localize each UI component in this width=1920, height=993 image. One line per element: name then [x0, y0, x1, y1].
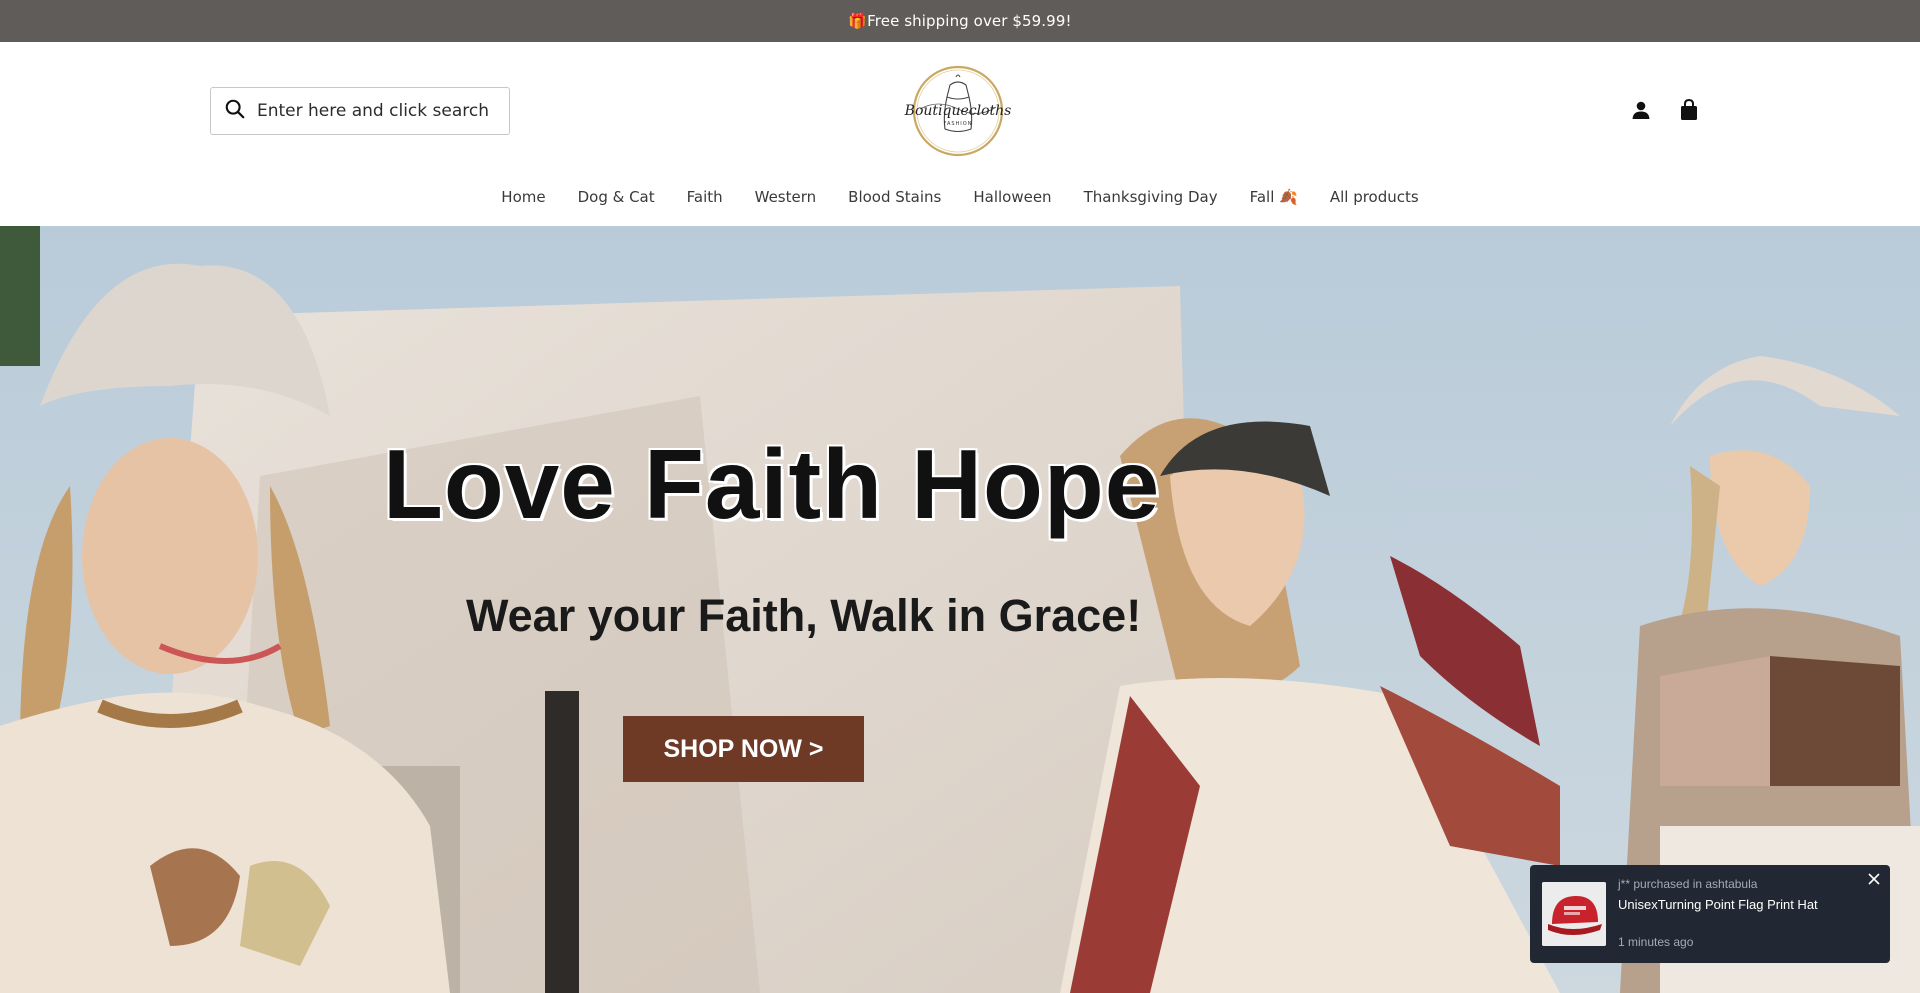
announcement-text: 🎁Free shipping over $59.99! — [848, 12, 1072, 30]
site-header: Boutiquecloths FASHION Home Dog & Cat Fa… — [0, 42, 1920, 226]
search-icon[interactable] — [224, 98, 246, 124]
cart-icon[interactable] — [1678, 98, 1700, 122]
nav-item-faith[interactable]: Faith — [687, 188, 723, 206]
nav-item-blood-stains[interactable]: Blood Stains — [848, 188, 941, 206]
hero-title: Love Faith Hope — [383, 429, 1161, 539]
account-icon[interactable] — [1630, 98, 1652, 122]
close-icon[interactable] — [1866, 871, 1882, 887]
shop-now-button[interactable]: SHOP NOW > — [623, 716, 864, 782]
purchase-time: 1 minutes ago — [1618, 935, 1694, 949]
nav-item-halloween[interactable]: Halloween — [973, 188, 1051, 206]
svg-text:Boutiquecloths: Boutiquecloths — [904, 103, 1012, 119]
search-input[interactable] — [257, 101, 497, 121]
product-thumbnail[interactable] — [1542, 882, 1606, 946]
nav-item-western[interactable]: Western — [755, 188, 817, 206]
header-icons — [1630, 98, 1700, 122]
announcement-bar: 🎁Free shipping over $59.99! — [0, 0, 1920, 42]
nav-item-thanksgiving-day[interactable]: Thanksgiving Day — [1084, 188, 1218, 206]
hero-subtitle: Wear your Faith, Walk in Grace! — [466, 590, 1142, 641]
nav-item-dog-cat[interactable]: Dog & Cat — [578, 188, 655, 206]
search-box[interactable] — [210, 87, 510, 135]
purchase-meta: j** purchased in ashtabula — [1618, 877, 1758, 891]
nav-item-fall[interactable]: Fall 🍂 — [1250, 188, 1298, 206]
svg-text:FASHION: FASHION — [944, 121, 973, 127]
purchase-product-name[interactable]: UnisexTurning Point Flag Print Hat — [1618, 897, 1818, 912]
purchase-notification[interactable]: j** purchased in ashtabula UnisexTurning… — [1530, 865, 1890, 963]
main-nav: Home Dog & Cat Faith Western Blood Stain… — [0, 188, 1920, 206]
brand-logo[interactable]: Boutiquecloths FASHION — [898, 63, 1018, 159]
nav-item-home[interactable]: Home — [501, 188, 545, 206]
nav-item-all-products[interactable]: All products — [1330, 188, 1419, 206]
